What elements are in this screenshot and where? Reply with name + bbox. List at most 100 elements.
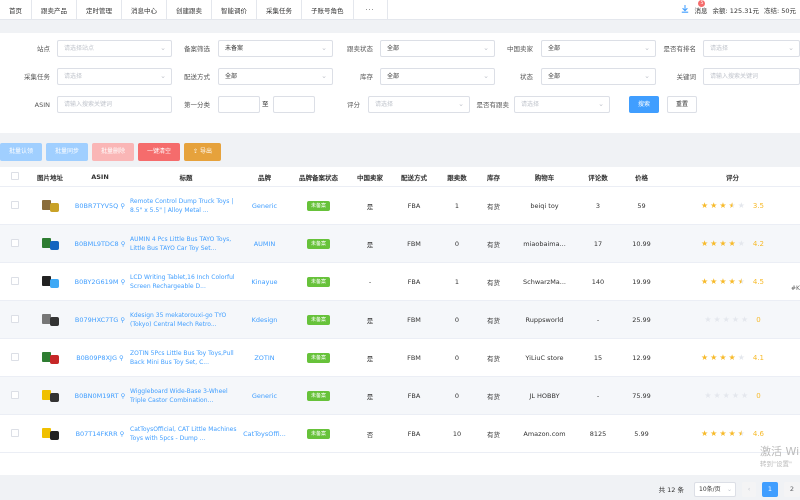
brand-link[interactable]: Kinayue xyxy=(251,278,277,286)
stock-select[interactable]: 全部 ⌄ xyxy=(380,68,495,85)
row-checkbox[interactable] xyxy=(11,314,19,323)
asin-link[interactable]: B07T14FKRR xyxy=(76,430,118,438)
reviews-value: 140 xyxy=(591,277,605,286)
table-row[interactable]: B0BML9TDC8 ⚲ AUMIN 4 Pcs Little Bus TAYO … xyxy=(0,225,800,263)
table-row[interactable]: B0BR7TYV5Q ⚲ Remote Control Dump Truck To… xyxy=(0,187,800,225)
score-select[interactable]: 请选择 ⌄ xyxy=(368,96,470,113)
collect-task-select[interactable]: 请选择 ⌄ xyxy=(57,68,172,85)
product-title[interactable]: AUMIN 4 Pcs Little Bus TAYO Toys, Little… xyxy=(130,235,238,253)
search-icon[interactable]: ⚲ xyxy=(118,430,125,438)
batch-sync-button[interactable]: 批量同步 xyxy=(46,143,89,161)
stock-value: 有货 xyxy=(487,316,500,325)
cn-seller-select[interactable]: 全部 ⌄ xyxy=(541,40,656,57)
export-button[interactable]: ⇪ 导出 xyxy=(184,143,222,161)
clear-all-button[interactable]: 一键清空 xyxy=(138,143,181,161)
table-cell: 未备案 xyxy=(287,200,350,211)
cn-seller-value: 是 xyxy=(366,316,374,325)
table-cell: 否 xyxy=(350,429,390,439)
table-cell: 有货 xyxy=(476,429,511,439)
keyword-input[interactable]: 请输入搜索关键词 xyxy=(703,68,800,85)
tab-more[interactable]: ··· xyxy=(354,0,388,20)
category-min-input[interactable] xyxy=(218,96,260,113)
table-row[interactable]: B0BY2G619M ⚲ LCD Writing Tablet,16 Inch C… xyxy=(0,263,800,301)
asin-input[interactable]: 请输入搜索关键词 xyxy=(57,96,172,113)
search-icon[interactable]: ⚲ xyxy=(119,240,126,248)
row-checkbox[interactable] xyxy=(11,352,19,361)
table-row[interactable]: B07T14FKRR ⚲ CatToysOfficial, CAT Little … xyxy=(0,415,800,453)
messages-link[interactable]: 消息 5 xyxy=(694,0,707,15)
rating-stars: ★ ★ ★ ★ ★ 4.6 xyxy=(701,429,764,438)
product-image xyxy=(39,273,61,291)
reviews-value: - xyxy=(596,315,600,324)
site-label: 站点 xyxy=(37,45,50,53)
search-button[interactable]: 搜索 xyxy=(629,96,659,113)
search-icon[interactable]: ⚲ xyxy=(117,354,124,362)
cn-seller-value: 是 xyxy=(366,354,374,363)
product-title[interactable]: ZOTIN 5Pcs Little Bus Toy Toys,Pull Back… xyxy=(130,349,238,367)
row-checkbox[interactable] xyxy=(11,428,19,437)
category-max-input[interactable] xyxy=(273,96,315,113)
row-checkbox[interactable] xyxy=(11,200,19,209)
page-2[interactable]: 2 xyxy=(784,481,800,497)
has-follow-select[interactable]: 请选择 ⌄ xyxy=(514,96,610,113)
table-cell xyxy=(0,314,30,325)
shipping-select[interactable]: 全部 ⌄ xyxy=(218,68,333,85)
product-title[interactable]: Kdesign 35 mekatorouxi-go TYO (Tokyo) Ce… xyxy=(130,311,238,329)
page-1[interactable]: 1 xyxy=(762,481,778,497)
table-cell: 15 xyxy=(578,354,618,362)
search-icon[interactable]: ⚲ xyxy=(118,316,125,324)
asin-link[interactable]: B0BML9TDC8 xyxy=(75,240,119,248)
buybox-value: Amazon.com xyxy=(523,429,566,438)
batch-claim-button[interactable]: 批量认领 xyxy=(0,143,43,161)
rating-value: 0 xyxy=(756,391,761,400)
asin-link[interactable]: B0BY2G619M xyxy=(75,278,119,286)
follow-status-select[interactable]: 全部 ⌄ xyxy=(380,40,495,57)
tab-sub-account[interactable]: 子账号角色 xyxy=(302,0,354,20)
tab-messages[interactable]: 消息中心 xyxy=(122,0,167,20)
row-checkbox[interactable] xyxy=(11,238,19,247)
product-title[interactable]: Wiggleboard Wide-Base 3-Wheel Triple Cas… xyxy=(130,387,238,405)
brand-link[interactable]: AUMIN xyxy=(254,240,276,248)
product-title[interactable]: CatToysOfficial, CAT Little Machines Toy… xyxy=(130,425,238,443)
tab-collect-task[interactable]: 采集任务 xyxy=(257,0,302,20)
row-checkbox[interactable] xyxy=(11,390,19,399)
brand-link[interactable]: CatToysOffi... xyxy=(243,430,286,438)
buybox-value: miaobaima... xyxy=(523,239,566,248)
brand-link[interactable]: Generic xyxy=(252,202,277,210)
table-cell: ★ ★ ★ ★ ★ 3.5 xyxy=(665,201,800,210)
brand-link[interactable]: ZOTIN xyxy=(254,354,274,362)
brand-filter-select[interactable]: 未备案 ⌄ xyxy=(218,40,333,57)
product-title[interactable]: Remote Control Dump Truck Toys | 8.5" x … xyxy=(130,197,238,215)
asin-link[interactable]: B0BN0M19RT xyxy=(75,392,119,400)
rank-select[interactable]: 请选择 ⌄ xyxy=(703,40,800,57)
table-row[interactable]: B0BN0M19RT ⚲ Wiggleboard Wide-Base 3-Whee… xyxy=(0,377,800,415)
asin-link[interactable]: B0B09P8XJG xyxy=(76,354,117,362)
tab-follow-products[interactable]: 跟卖产品 xyxy=(32,0,77,20)
search-icon[interactable]: ⚲ xyxy=(119,392,126,400)
row-checkbox[interactable] xyxy=(11,276,19,285)
tab-schedule[interactable]: 定时管理 xyxy=(77,0,122,20)
tab-smart-pricing[interactable]: 智能调价 xyxy=(212,0,257,20)
brand-link[interactable]: Kdesign xyxy=(252,316,278,324)
prev-page-button[interactable]: ‹ xyxy=(742,481,756,497)
download-icon[interactable] xyxy=(681,5,689,15)
asin-link[interactable]: B079HXC7TG xyxy=(75,316,118,324)
chevron-down-icon: ⌄ xyxy=(644,44,650,52)
brand-link[interactable]: Generic xyxy=(252,392,277,400)
tab-create-follow[interactable]: 创建跟卖 xyxy=(167,0,212,20)
asin-link[interactable]: B0BR7TYV5Q xyxy=(75,202,118,210)
reset-button[interactable]: 重置 xyxy=(667,96,697,113)
select-all-checkbox[interactable] xyxy=(0,171,30,182)
stock-value: 有货 xyxy=(487,202,500,211)
search-icon[interactable]: ⚲ xyxy=(118,202,125,210)
table-cell: FBM xyxy=(390,240,438,248)
site-select[interactable]: 请选择站点 ⌄ xyxy=(57,40,172,57)
table-row[interactable]: B0B09P8XJG ⚲ ZOTIN 5Pcs Little Bus Toy To… xyxy=(0,339,800,377)
search-icon[interactable]: ⚲ xyxy=(119,278,126,286)
tab-home[interactable]: 首页 xyxy=(0,0,32,20)
table-row[interactable]: B079HXC7TG ⚲ Kdesign 35 mekatorouxi-go TY… xyxy=(0,301,800,339)
page-size-select[interactable]: 10条/页 ⌄ xyxy=(694,481,736,497)
product-title[interactable]: LCD Writing Tablet,16 Inch Colorful Scre… xyxy=(130,273,238,291)
batch-delete-button[interactable]: 批量删除 xyxy=(92,143,135,161)
status-select[interactable]: 全部 ⌄ xyxy=(541,68,656,85)
